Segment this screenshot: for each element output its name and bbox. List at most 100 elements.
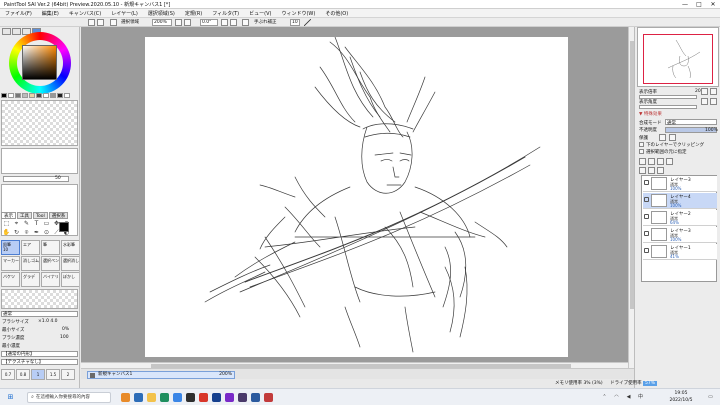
brush-select-eraser[interactable]: 選択消し [61, 256, 79, 271]
rotate-field[interactable]: 0.0° [200, 19, 218, 26]
brush-eraser[interactable]: 消しゴム [21, 256, 40, 271]
store-icon[interactable] [186, 393, 195, 402]
edge-icon[interactable] [160, 393, 169, 402]
visibility-eye-icon[interactable] [644, 231, 649, 236]
ime-icon[interactable]: 中 [636, 393, 645, 402]
swatch[interactable] [50, 93, 56, 98]
size-option[interactable]: 0.7 [1, 369, 15, 380]
nav-zoom-in-icon[interactable] [701, 88, 708, 95]
swatch[interactable] [8, 93, 14, 98]
brush-size-value[interactable]: ×1.0 4.0 [38, 319, 58, 324]
brush-watercolor[interactable]: 水彩筆 [61, 240, 79, 255]
document-tab[interactable]: 新規キャンバス1 200% [87, 371, 235, 379]
swatch[interactable] [64, 93, 70, 98]
size-option[interactable]: 1.5 [46, 369, 60, 380]
rotate-tool-icon[interactable]: ↻ [12, 229, 21, 237]
swatch[interactable] [29, 93, 35, 98]
transform-icon[interactable]: ⊙ [42, 229, 51, 237]
pen-tool-icon[interactable]: ✒ [32, 229, 41, 237]
eyedropper-icon[interactable]: ⌾ [22, 229, 31, 237]
menu-other[interactable]: その他(O) [320, 10, 353, 17]
layer-row[interactable]: レイヤー2 通常 64% [643, 210, 717, 226]
nav-rotate-right-icon[interactable] [710, 98, 717, 105]
primary-color-box[interactable] [59, 222, 69, 232]
brush-brush[interactable]: 筆 [41, 240, 60, 255]
word-icon[interactable] [212, 393, 221, 402]
layer-row[interactable]: レイヤー3 通常 100% [643, 227, 717, 243]
undo-icon[interactable] [88, 19, 95, 26]
text-tool-icon[interactable]: T [32, 220, 41, 228]
select-source-checkbox[interactable] [639, 149, 644, 154]
tool-tab-tool[interactable]: Tool [33, 212, 48, 219]
task-view-icon[interactable] [134, 393, 143, 402]
swatch[interactable] [36, 93, 42, 98]
delete-layer-icon[interactable] [657, 167, 664, 174]
density-value[interactable]: 100 [60, 335, 69, 340]
size-option[interactable]: 0.8 [16, 369, 30, 380]
brush-pencil[interactable]: 鉛筆 10 [1, 240, 20, 255]
swatch[interactable] [1, 93, 7, 98]
nav-zoom-out-icon[interactable] [710, 88, 717, 95]
lasso-icon[interactable]: ⌖ [12, 220, 21, 228]
clip-checkbox[interactable] [639, 142, 644, 147]
menu-ruler[interactable]: 定規(R) [180, 10, 207, 17]
menu-edit[interactable]: 編集(E) [37, 10, 64, 17]
redo-icon[interactable] [97, 19, 104, 26]
brush-blur[interactable]: ぼかし [61, 272, 79, 287]
visibility-eye-icon[interactable] [644, 248, 649, 253]
brush-bucket[interactable]: バケツ [1, 272, 20, 287]
stabilizer-field[interactable]: 10 [290, 19, 300, 26]
menu-view[interactable]: ビュー(V) [244, 10, 276, 17]
merge-down-icon[interactable] [639, 167, 646, 174]
mail-icon[interactable] [173, 393, 182, 402]
protect-opacity-checkbox[interactable] [659, 134, 666, 141]
menu-window[interactable]: ウィンドウ(W) [276, 10, 320, 17]
explorer-icon[interactable] [147, 393, 156, 402]
layer-mask-icon[interactable] [666, 158, 673, 165]
widgets-icon[interactable] [121, 393, 130, 402]
maximize-button[interactable]: □ [692, 0, 706, 9]
brush-airbrush[interactable]: エア [21, 240, 40, 255]
nav-angle-slider[interactable] [639, 105, 697, 109]
select-rect-icon[interactable]: ⬚ [2, 220, 11, 228]
ruler-line-icon[interactable] [303, 18, 312, 27]
nav-rotate-left-icon[interactable] [701, 98, 708, 105]
rotate-left-icon[interactable] [221, 19, 228, 26]
new-folder-icon[interactable] [657, 158, 664, 165]
brush-select-pen[interactable]: 選択ペン [41, 256, 60, 271]
rotate-right-icon[interactable] [230, 19, 237, 26]
zoom-out-icon[interactable] [175, 19, 182, 26]
layer-row[interactable]: レイヤー1 通常 41% [643, 244, 717, 260]
zoom-in-icon[interactable] [184, 19, 191, 26]
layer-row[interactable]: レイヤー3 通常 100% [643, 176, 717, 192]
zoom-field[interactable]: 200% [152, 19, 172, 26]
visibility-eye-icon[interactable] [644, 214, 649, 219]
menu-layer[interactable]: レイヤー(L) [106, 10, 143, 17]
premiere-icon[interactable] [225, 393, 234, 402]
swatch[interactable] [22, 93, 28, 98]
canvas-paper[interactable] [145, 36, 568, 357]
menu-file[interactable]: ファイル(F) [0, 10, 37, 17]
menu-filter[interactable]: フィルタ(T) [207, 10, 244, 17]
layer-row[interactable]: レイヤー4 通常 100% [643, 193, 717, 209]
tool-tab-tools[interactable]: 工具 [17, 212, 32, 219]
hand-tool-icon[interactable]: ✋ [2, 229, 11, 237]
taskbar-search[interactable]: 在這裡輸入你要搜尋的內容 [27, 392, 111, 403]
swatch[interactable] [43, 93, 49, 98]
new-layer-icon[interactable] [639, 158, 646, 165]
navigator[interactable] [637, 27, 719, 87]
volume-icon[interactable]: ◀ [624, 393, 633, 402]
saturation-square[interactable] [22, 45, 57, 80]
visibility-eye-icon[interactable] [644, 197, 649, 202]
size-option[interactable]: 1 [31, 369, 45, 380]
tool-tab-select[interactable]: 選択系 [48, 212, 69, 219]
brush-marker[interactable]: マーカー [1, 256, 20, 271]
blend-mode-select[interactable] [1, 311, 78, 317]
brush-gradient[interactable]: グラデ [21, 272, 40, 287]
shape-tool-icon[interactable]: ▭ [42, 220, 51, 228]
notification-icon[interactable]: ▭ [706, 393, 715, 402]
minimize-button[interactable]: — [678, 0, 692, 9]
special-effects-header[interactable]: ▼ 特殊効果 [639, 111, 662, 117]
color-history[interactable] [1, 148, 78, 174]
chrome-icon[interactable] [199, 393, 208, 402]
